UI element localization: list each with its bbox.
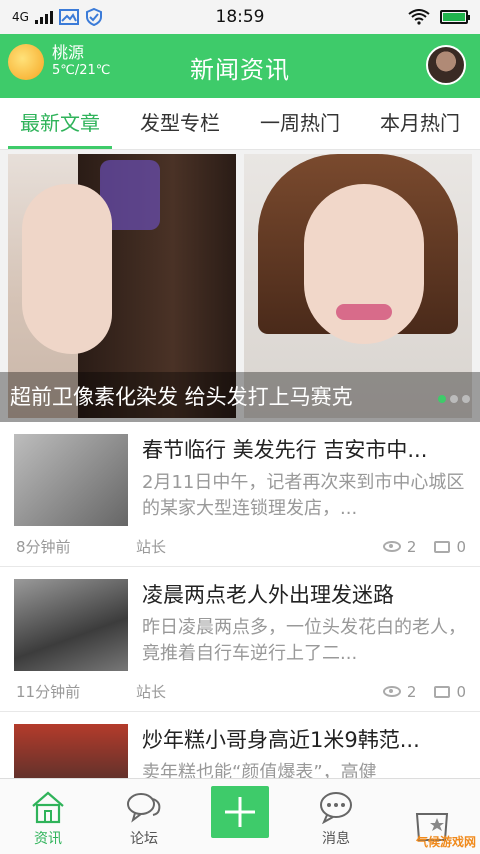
carousel-dot	[438, 395, 446, 403]
tab-weekly-hot[interactable]: 一周热门	[240, 98, 360, 149]
banner-carousel[interactable]: 超前卫像素化染发 给头发打上马赛克	[0, 150, 480, 422]
plus-icon	[211, 786, 269, 838]
page-title: 新闻资讯	[190, 56, 290, 84]
news-meta: 8分钟前 站长 2 0	[16, 536, 466, 557]
tab-latest[interactable]: 最新文章	[0, 98, 120, 149]
nav-label: 资讯	[34, 831, 62, 847]
app-header: 桃源 5℃/21℃ 新闻资讯	[0, 34, 480, 98]
news-author: 站长	[136, 683, 167, 701]
category-tabs: 最新文章 发型专栏 一周热门 本月热门	[0, 98, 480, 150]
news-title: 炒年糕小哥身高近1米9韩范...	[142, 728, 420, 752]
home-icon	[32, 791, 64, 824]
news-summary: 2月11日中午，记者再次来到市中心城区的某家大型连锁理发店，...	[142, 472, 465, 519]
nav-label: 消息	[322, 831, 350, 847]
news-thumbnail	[14, 434, 128, 526]
news-meta: 11分钟前 站长 2 0	[16, 681, 466, 702]
status-bar: 4G 18:59	[0, 0, 480, 34]
news-list: 春节临行 美发先行 吉安市中... 2月11日中午，记者再次来到市中心城区的某家…	[0, 422, 480, 778]
news-summary: 卖年糕也能“颜值爆表”，高健	[142, 762, 377, 778]
news-title: 凌晨两点老人外出理发迷路	[142, 583, 394, 607]
news-summary: 昨日凌晨两点多，一位头发花白的老人，竟推着自行车逆行上了二...	[142, 617, 466, 664]
carousel-dots	[438, 395, 470, 403]
eye-icon	[382, 686, 401, 697]
news-title: 春节临行 美发先行 吉安市中...	[142, 438, 428, 462]
nav-forum[interactable]: 论坛	[96, 779, 192, 854]
nav-messages[interactable]: 消息	[288, 779, 384, 854]
nav-post[interactable]	[192, 779, 288, 854]
banner-caption: 超前卫像素化染发 给头发打上马赛克	[0, 372, 480, 422]
comment-icon	[434, 540, 451, 553]
carousel-dot	[450, 395, 458, 403]
nav-profile[interactable]: 气候游戏网	[384, 779, 480, 854]
bottom-nav: 资讯 论坛 消息 气候游戏网	[0, 778, 480, 854]
news-stats: 2 0	[382, 682, 466, 701]
comment-count: 0	[456, 682, 466, 701]
user-avatar[interactable]	[426, 45, 466, 85]
news-author: 站长	[136, 538, 167, 556]
news-thumbnail	[14, 724, 128, 778]
news-item[interactable]: 炒年糕小哥身高近1米9韩范... 卖年糕也能“颜值爆表”，高健	[0, 712, 480, 778]
news-item[interactable]: 春节临行 美发先行 吉安市中... 2月11日中午，记者再次来到市中心城区的某家…	[0, 422, 480, 567]
battery-icon	[440, 10, 470, 24]
nav-news[interactable]: 资讯	[0, 779, 96, 854]
comment-count: 0	[456, 537, 466, 556]
clock: 18:59	[215, 7, 265, 27]
view-count: 2	[406, 682, 417, 701]
chat-bubbles-icon	[127, 793, 161, 823]
watermark-logo: 气候游戏网	[415, 835, 476, 849]
news-thumbnail	[14, 579, 128, 671]
tab-hairstyle[interactable]: 发型专栏	[120, 98, 240, 149]
eye-icon	[382, 541, 401, 552]
news-item[interactable]: 凌晨两点老人外出理发迷路 昨日凌晨两点多，一位头发花白的老人，竟推着自行车逆行上…	[0, 567, 480, 712]
comment-icon	[434, 685, 451, 698]
view-count: 2	[406, 537, 417, 556]
news-stats: 2 0	[382, 537, 466, 556]
message-icon	[320, 792, 352, 824]
news-time: 11分钟前	[16, 683, 81, 701]
carousel-dot	[462, 395, 470, 403]
nav-label: 论坛	[130, 831, 158, 847]
battery-fill	[443, 13, 465, 21]
news-time: 8分钟前	[16, 538, 71, 556]
tab-monthly-hot[interactable]: 本月热门	[360, 98, 480, 149]
